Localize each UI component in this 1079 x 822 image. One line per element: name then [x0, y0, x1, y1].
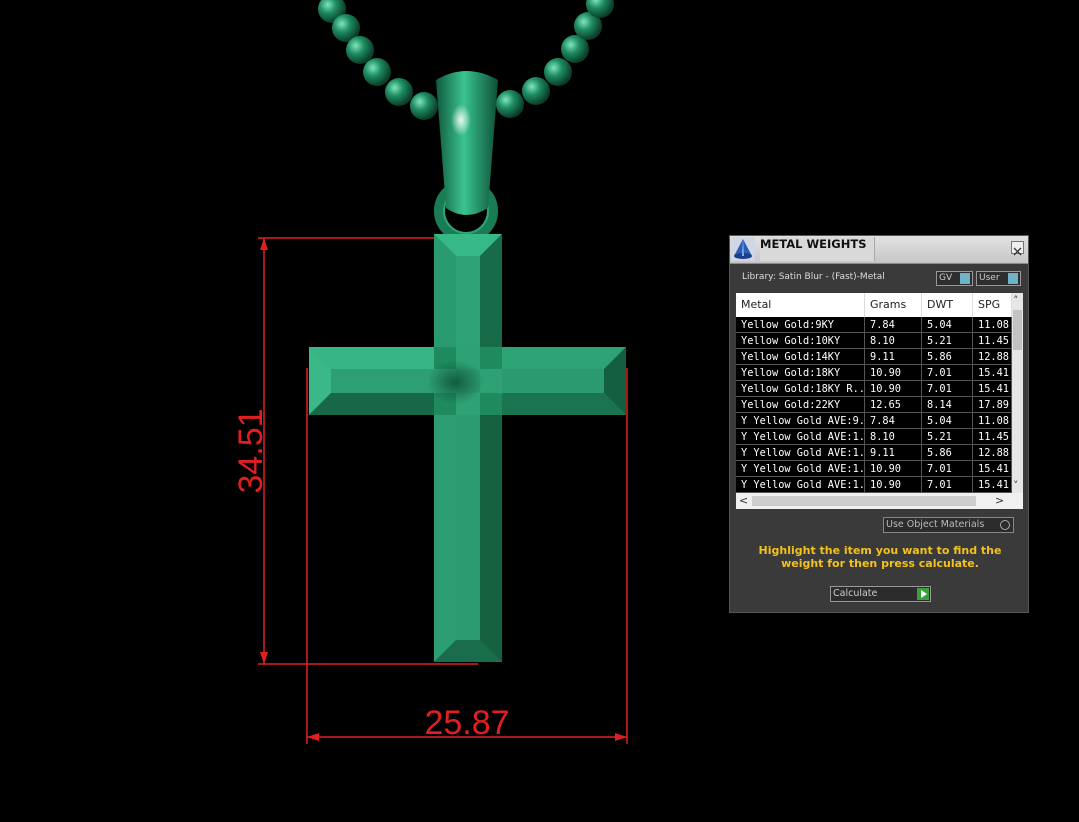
- column-header-grams[interactable]: Grams: [865, 293, 922, 317]
- horizontal-scroll-thumb[interactable]: [752, 496, 976, 506]
- metal-cell: Yellow Gold:18KY R...: [736, 381, 865, 397]
- dwt-cell: 7.01: [922, 381, 973, 397]
- chevron-left-icon[interactable]: <: [739, 495, 748, 506]
- dwt-cell: 8.14: [922, 397, 973, 413]
- use-object-materials-option[interactable]: Use Object Materials: [883, 517, 1014, 533]
- table-row[interactable]: Y Yellow Gold AVE:1... 9.11 5.86 12.88: [736, 445, 1012, 461]
- table-row[interactable]: Y Yellow Gold AVE:1... 10.90 7.01 15.41: [736, 477, 1012, 493]
- spg-cell: 11.08: [973, 317, 1012, 333]
- metal-cell: Y Yellow Gold AVE:9...: [736, 413, 865, 429]
- table-row[interactable]: Y Yellow Gold AVE:1... 10.90 7.01 15.41: [736, 461, 1012, 477]
- chevron-down-icon[interactable]: ˅: [1013, 480, 1019, 491]
- close-icon: [1013, 247, 1022, 256]
- library-label: Library: Satin Blur - (Fast)-Metal: [742, 272, 885, 282]
- metal-weights-panel: METAL WEIGHTS Library: Satin Blur - (Fas…: [729, 235, 1029, 613]
- vertical-scroll-thumb[interactable]: [1013, 310, 1022, 350]
- grams-cell: 10.90: [865, 477, 922, 493]
- panel-title: METAL WEIGHTS: [760, 237, 875, 261]
- metal-cell: Yellow Gold:14KY: [736, 349, 865, 365]
- dwt-cell: 5.86: [922, 349, 973, 365]
- panel-titlebar[interactable]: METAL WEIGHTS: [730, 236, 1028, 264]
- metal-cell: Y Yellow Gold AVE:1...: [736, 477, 865, 493]
- gv-toggle-knob: [960, 273, 970, 284]
- instruction-text: Highlight the item you want to find the …: [758, 544, 1002, 570]
- grams-cell: 10.90: [865, 381, 922, 397]
- metal-table[interactable]: Metal Grams DWT SPG Yellow Gold:9KY 7.84…: [736, 293, 1023, 509]
- cross-pendant: [309, 234, 626, 662]
- grams-cell: 12.65: [865, 397, 922, 413]
- table-row[interactable]: Yellow Gold:18KY 10.90 7.01 15.41: [736, 365, 1012, 381]
- height-dimension-label: 34.51: [232, 408, 270, 493]
- metal-cell: Y Yellow Gold AVE:1...: [736, 461, 865, 477]
- play-icon: [917, 588, 929, 600]
- spg-cell: 11.45: [973, 429, 1012, 445]
- spg-cell: 15.41: [973, 365, 1012, 381]
- dwt-cell: 5.21: [922, 333, 973, 349]
- grams-cell: 8.10: [865, 429, 922, 445]
- spg-cell: 11.08: [973, 413, 1012, 429]
- table-row[interactable]: Yellow Gold:14KY 9.11 5.86 12.88: [736, 349, 1012, 365]
- calculate-button[interactable]: Calculate: [830, 586, 931, 602]
- table-row[interactable]: Yellow Gold:22KY 12.65 8.14 17.89: [736, 397, 1012, 413]
- width-dimension-label: 25.87: [424, 704, 509, 742]
- grams-cell: 8.10: [865, 333, 922, 349]
- dwt-cell: 7.01: [922, 477, 973, 493]
- close-button[interactable]: [1011, 241, 1024, 256]
- chevron-up-icon[interactable]: ˄: [1013, 295, 1019, 306]
- table-row[interactable]: Y Yellow Gold AVE:9... 7.84 5.04 11.08: [736, 413, 1012, 429]
- vertical-scrollbar[interactable]: ˄ ˅: [1012, 293, 1023, 493]
- spg-cell: 17.89: [973, 397, 1012, 413]
- grams-cell: 9.11: [865, 445, 922, 461]
- metal-cell: Yellow Gold:10KY: [736, 333, 865, 349]
- column-header-dwt[interactable]: DWT: [922, 293, 973, 317]
- gv-toggle[interactable]: GV: [936, 271, 973, 286]
- bail: [434, 71, 498, 243]
- metal-cell: Yellow Gold:9KY: [736, 317, 865, 333]
- user-toggle-knob: [1008, 273, 1018, 284]
- dwt-cell: 5.04: [922, 317, 973, 333]
- table-row[interactable]: Yellow Gold:10KY 8.10 5.21 11.45: [736, 333, 1012, 349]
- metal-cell: Y Yellow Gold AVE:1...: [736, 429, 865, 445]
- spg-cell: 12.88: [973, 349, 1012, 365]
- table-header: Metal Grams DWT SPG: [736, 293, 1012, 317]
- gv-toggle-label: GV: [939, 273, 953, 283]
- grams-cell: 7.84: [865, 317, 922, 333]
- spg-cell: 12.88: [973, 445, 1012, 461]
- dwt-cell: 5.04: [922, 413, 973, 429]
- spg-cell: 15.41: [973, 461, 1012, 477]
- spg-cell: 15.41: [973, 477, 1012, 493]
- dwt-cell: 5.21: [922, 429, 973, 445]
- cone-app-icon: [731, 237, 755, 261]
- table-row[interactable]: Yellow Gold:18KY R... 10.90 7.01 15.41: [736, 381, 1012, 397]
- dwt-cell: 7.01: [922, 461, 973, 477]
- horizontal-scrollbar[interactable]: < >: [736, 493, 1023, 509]
- chevron-right-icon[interactable]: >: [995, 495, 1004, 506]
- dwt-cell: 7.01: [922, 365, 973, 381]
- metal-cell: Yellow Gold:18KY: [736, 365, 865, 381]
- dwt-cell: 5.86: [922, 445, 973, 461]
- user-toggle[interactable]: User: [976, 271, 1021, 286]
- table-row[interactable]: Y Yellow Gold AVE:1... 8.10 5.21 11.45: [736, 429, 1012, 445]
- user-toggle-label: User: [979, 273, 1000, 283]
- column-header-spg[interactable]: SPG: [973, 293, 1012, 317]
- spg-cell: 15.41: [973, 381, 1012, 397]
- column-header-metal[interactable]: Metal: [736, 293, 865, 317]
- grams-cell: 7.84: [865, 413, 922, 429]
- table-row[interactable]: Yellow Gold:9KY 7.84 5.04 11.08: [736, 317, 1012, 333]
- grams-cell: 10.90: [865, 461, 922, 477]
- metal-cell: Yellow Gold:22KY: [736, 397, 865, 413]
- spg-cell: 11.45: [973, 333, 1012, 349]
- grams-cell: 9.11: [865, 349, 922, 365]
- radio-icon[interactable]: [1000, 520, 1010, 530]
- calculate-label: Calculate: [833, 588, 878, 599]
- grams-cell: 10.90: [865, 365, 922, 381]
- metal-cell: Y Yellow Gold AVE:1...: [736, 445, 865, 461]
- use-object-materials-label: Use Object Materials: [886, 519, 985, 530]
